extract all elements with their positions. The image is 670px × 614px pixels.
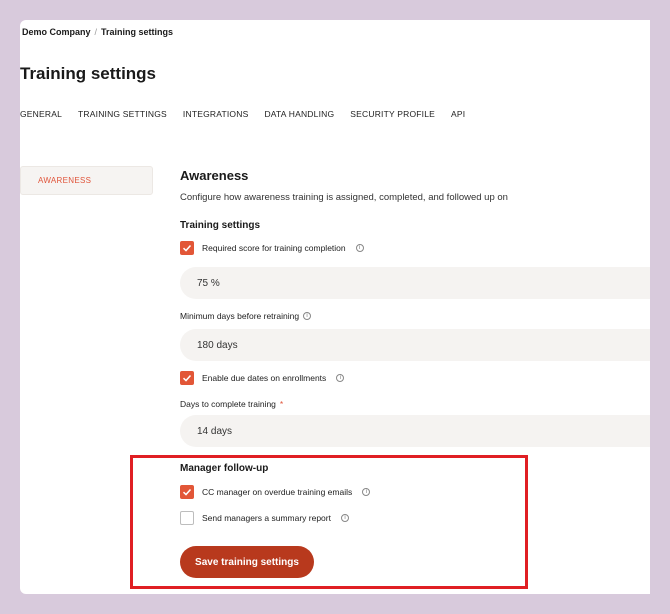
min-days-label-row: Minimum days before retraining i bbox=[180, 311, 312, 321]
settings-tabs: GENERAL TRAINING SETTINGS INTEGRATIONS D… bbox=[20, 109, 481, 119]
tab-security-profile[interactable]: SECURITY PROFILE bbox=[350, 109, 435, 119]
info-icon[interactable]: i bbox=[340, 514, 349, 522]
min-days-input[interactable]: 180 days bbox=[180, 329, 650, 361]
training-settings-subtitle: Training settings bbox=[180, 220, 261, 231]
required-score-label: Required score for training completion bbox=[202, 243, 346, 253]
info-icon[interactable]: i bbox=[355, 244, 364, 252]
breadcrumb-company[interactable]: Demo Company bbox=[22, 27, 91, 37]
summary-report-label: Send managers a summary report bbox=[202, 513, 331, 523]
tab-general[interactable]: GENERAL bbox=[20, 109, 62, 119]
due-dates-checkbox[interactable] bbox=[180, 371, 194, 385]
checkmark-icon bbox=[182, 488, 192, 496]
breadcrumb: Demo Company / Training settings bbox=[22, 27, 173, 37]
checkmark-icon bbox=[182, 374, 192, 382]
tab-api[interactable]: API bbox=[451, 109, 465, 119]
due-dates-label: Enable due dates on enrollments bbox=[202, 373, 327, 383]
required-score-row: Required score for training completion i bbox=[180, 241, 364, 255]
cc-manager-label: CC manager on overdue training emails bbox=[202, 487, 353, 497]
required-mark: * bbox=[279, 399, 284, 409]
days-to-complete-label-row: Days to complete training * bbox=[180, 399, 283, 409]
required-score-checkbox[interactable] bbox=[180, 241, 194, 255]
tab-training-settings[interactable]: TRAINING SETTINGS bbox=[78, 109, 167, 119]
page-title: Training settings bbox=[20, 64, 157, 83]
days-to-complete-input[interactable]: 14 days bbox=[180, 415, 650, 447]
breadcrumb-separator: / bbox=[94, 27, 98, 37]
checkmark-icon bbox=[182, 244, 192, 252]
summary-report-row: Send managers a summary report i bbox=[180, 511, 349, 525]
section-description: Configure how awareness training is assi… bbox=[180, 192, 508, 203]
tab-data-handling[interactable]: DATA HANDLING bbox=[264, 109, 334, 119]
required-score-input[interactable]: 75 % bbox=[180, 267, 650, 299]
sidebar-item-awareness[interactable]: AWARENESS bbox=[20, 166, 153, 195]
summary-report-checkbox[interactable] bbox=[180, 511, 194, 525]
info-icon[interactable]: i bbox=[336, 374, 345, 382]
cc-manager-checkbox[interactable] bbox=[180, 485, 194, 499]
save-training-settings-button[interactable]: Save training settings bbox=[180, 546, 314, 578]
screenshot-frame: Demo Company / Training settings Trainin… bbox=[0, 0, 670, 614]
manager-followup-subtitle: Manager follow-up bbox=[180, 463, 269, 474]
due-dates-row: Enable due dates on enrollments i bbox=[180, 371, 345, 385]
section-title: Awareness bbox=[180, 168, 249, 183]
info-icon[interactable]: i bbox=[362, 488, 371, 496]
info-icon[interactable]: i bbox=[303, 312, 312, 320]
app-window: Demo Company / Training settings Trainin… bbox=[20, 20, 650, 594]
min-days-label: Minimum days before retraining bbox=[180, 311, 300, 321]
days-to-complete-label: Days to complete training bbox=[180, 399, 276, 409]
tab-integrations[interactable]: INTEGRATIONS bbox=[183, 109, 249, 119]
breadcrumb-current: Training settings bbox=[101, 27, 174, 37]
cc-manager-row: CC manager on overdue training emails i bbox=[180, 485, 371, 499]
